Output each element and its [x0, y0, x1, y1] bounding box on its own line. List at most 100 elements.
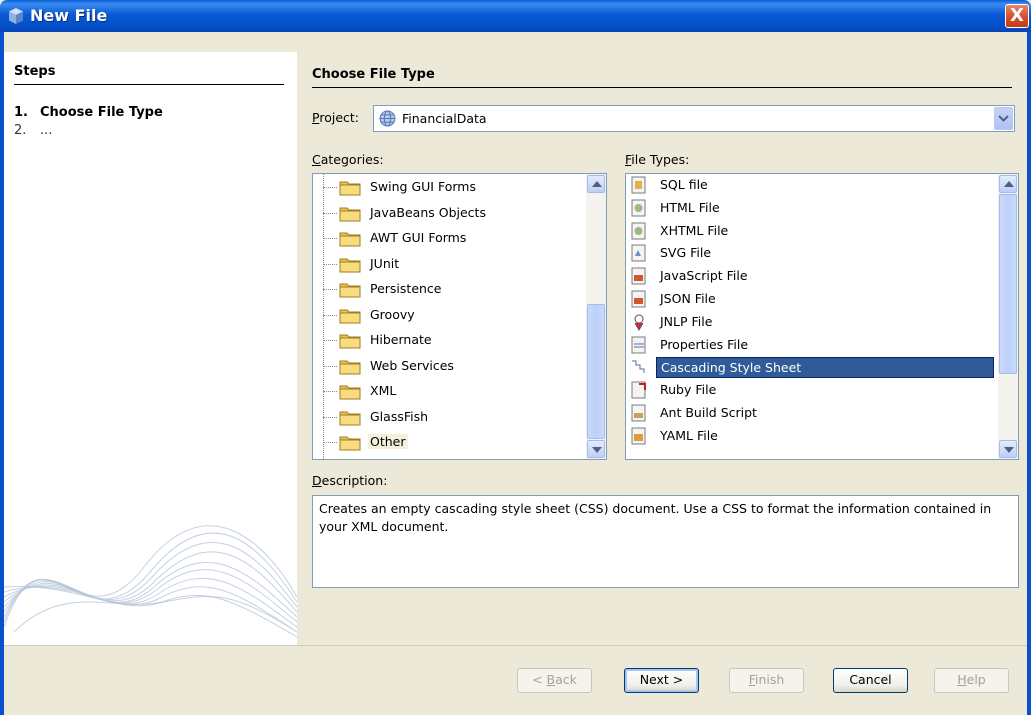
- file-types-list[interactable]: SQL file HTML File XHTML File SVG File JavaS…: [625, 173, 1019, 460]
- step-label: ...: [40, 123, 53, 138]
- button-bar: < Back Next > Finish Cancel Help: [4, 645, 1027, 711]
- tree-line: [323, 442, 337, 443]
- step-number: 2.: [14, 123, 27, 138]
- file-type-label: YAML File: [660, 427, 718, 443]
- step-item-2: 2....: [14, 123, 52, 138]
- folder-icon: [339, 409, 361, 426]
- category-item[interactable]: GlassFish: [313, 405, 583, 430]
- chevron-down-icon[interactable]: [994, 107, 1013, 130]
- folder-icon: [339, 256, 361, 273]
- jnlp-file-icon: [630, 313, 648, 331]
- decorative-wave-graphic: [4, 525, 297, 638]
- help-button[interactable]: Help: [934, 668, 1009, 693]
- file-type-label: JNLP File: [660, 313, 713, 329]
- step-number: 1.: [14, 105, 28, 120]
- tree-line: [323, 391, 337, 392]
- project-combobox[interactable]: FinancialData: [373, 105, 1015, 132]
- yaml-file-icon: [630, 427, 648, 445]
- category-item[interactable]: JavaBeans Objects: [313, 201, 583, 226]
- window-frame-right: [1027, 32, 1031, 715]
- category-item[interactable]: Swing GUI Forms: [313, 175, 583, 200]
- file-type-item[interactable]: YAML File: [626, 425, 996, 448]
- file-type-label: SQL file: [660, 177, 708, 192]
- file-type-item[interactable]: Ant Build Script: [626, 402, 996, 425]
- folder-icon: [339, 230, 361, 247]
- javascript-file-icon: [630, 267, 648, 285]
- tree-line: [323, 289, 337, 290]
- file-type-item[interactable]: JSON File: [626, 288, 996, 311]
- category-item[interactable]: Groovy: [313, 303, 583, 328]
- cancel-button[interactable]: Cancel: [833, 668, 908, 693]
- file-type-label: JSON File: [660, 291, 716, 306]
- tree-line: [323, 212, 337, 214]
- category-item[interactable]: Web Services: [313, 354, 583, 379]
- category-label: GlassFish: [370, 408, 429, 424]
- finish-button[interactable]: Finish: [729, 668, 804, 693]
- category-item[interactable]: Hibernate: [313, 328, 583, 353]
- steps-panel: Steps 1. Choose File Type 2....: [4, 52, 297, 645]
- arrow-down-icon: [1004, 447, 1014, 453]
- ant-script-icon: [630, 404, 648, 422]
- file-type-label: SVG File: [660, 245, 712, 261]
- file-type-item[interactable]: SQL file: [626, 174, 996, 197]
- category-item[interactable]: Persistence: [313, 277, 583, 302]
- properties-file-icon: [630, 336, 648, 354]
- category-label: Swing GUI Forms: [370, 179, 476, 194]
- json-file-icon: [630, 290, 648, 308]
- next-button[interactable]: Next >: [624, 668, 699, 693]
- scroll-down-button[interactable]: [587, 440, 605, 458]
- close-button[interactable]: X: [1005, 4, 1029, 28]
- tree-line: [323, 314, 337, 316]
- folder-icon: [339, 434, 361, 451]
- file-type-item[interactable]: SVG File: [626, 242, 996, 265]
- category-label: Groovy: [370, 306, 415, 322]
- folder-icon: [339, 281, 361, 298]
- scroll-up-button[interactable]: [999, 175, 1017, 193]
- category-label: Web Services: [370, 357, 454, 373]
- file-type-item[interactable]: Cascading Style Sheet: [626, 356, 996, 379]
- categories-list[interactable]: Swing GUI Forms JavaBeans Objects AWT GUI …: [312, 173, 607, 460]
- categories-label: Categories:: [312, 152, 384, 167]
- categories-scrollbar[interactable]: [586, 174, 606, 459]
- folder-icon: [339, 307, 361, 324]
- section-divider: [312, 87, 1012, 88]
- folder-icon: [339, 332, 361, 349]
- css-file-icon: [630, 358, 648, 376]
- file-type-item[interactable]: JNLP File: [626, 311, 996, 334]
- description-label: Description:: [312, 473, 388, 488]
- file-type-item[interactable]: HTML File: [626, 197, 996, 220]
- file-type-item[interactable]: XHTML File: [626, 220, 996, 243]
- tree-line: [323, 416, 337, 418]
- arrow-up-icon: [1004, 181, 1014, 187]
- title-bar[interactable]: New File X: [0, 0, 1031, 32]
- category-item[interactable]: JUnit: [313, 252, 583, 277]
- scroll-down-button[interactable]: [999, 440, 1017, 458]
- file-types-label: File Types:: [625, 152, 690, 167]
- tree-line: [323, 263, 337, 265]
- html-file-icon: [630, 199, 648, 217]
- category-label: AWT GUI Forms: [370, 230, 467, 245]
- xhtml-file-icon: [630, 222, 648, 240]
- file-type-item[interactable]: JavaScript File: [626, 265, 996, 288]
- sql-file-icon: [630, 176, 648, 194]
- category-label: Hibernate: [370, 332, 432, 347]
- scroll-up-button[interactable]: [587, 175, 605, 193]
- category-item[interactable]: AWT GUI Forms: [313, 226, 583, 251]
- globe-icon: [379, 110, 396, 127]
- folder-icon: [339, 179, 361, 196]
- file-type-label: HTML File: [660, 199, 720, 215]
- scrollbar-thumb[interactable]: [999, 194, 1017, 374]
- category-item[interactable]: XML: [313, 379, 583, 404]
- steps-divider: [14, 84, 284, 85]
- file-type-item[interactable]: Ruby File: [626, 379, 996, 402]
- category-label: Other: [368, 434, 408, 449]
- file-types-scrollbar[interactable]: [998, 174, 1018, 459]
- scrollbar-thumb[interactable]: [587, 304, 605, 439]
- file-type-item[interactable]: Properties File: [626, 334, 996, 357]
- file-type-label: Cascading Style Sheet: [656, 357, 994, 379]
- back-button[interactable]: < Back: [517, 668, 592, 693]
- app-cube-icon: [9, 8, 23, 24]
- tree-line: [323, 340, 337, 341]
- file-type-label: Ruby File: [660, 382, 717, 398]
- category-item[interactable]: Other: [313, 430, 583, 455]
